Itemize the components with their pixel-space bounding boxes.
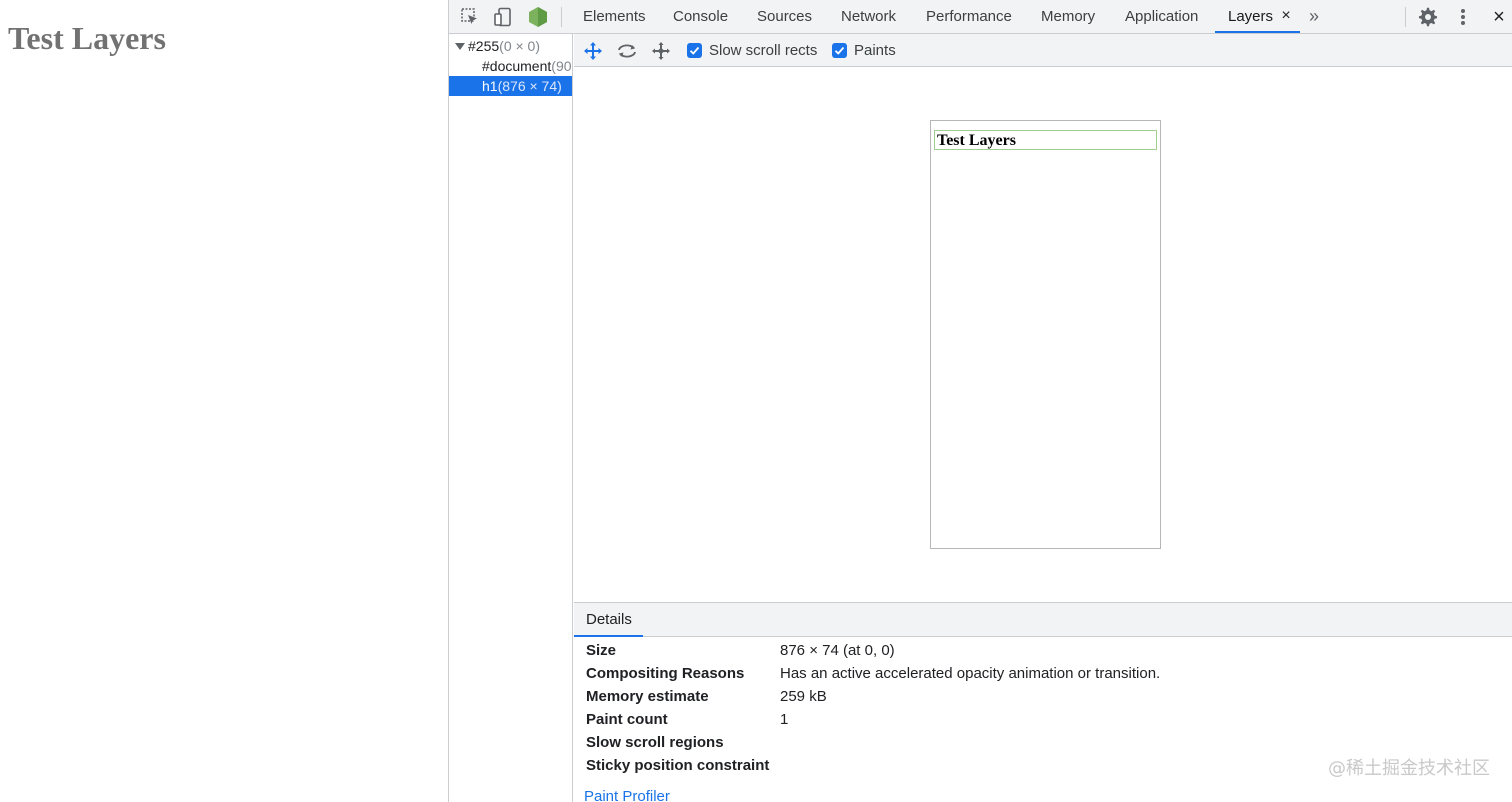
details-tabbar: Details <box>574 603 1512 637</box>
toolbar-divider <box>561 7 562 27</box>
close-devtools-glyph: × <box>1493 5 1505 28</box>
gear-icon[interactable] <box>1416 5 1440 29</box>
tab-layers-label: Layers <box>1228 8 1274 25</box>
slow-scroll-rects-label: Slow scroll rects <box>709 42 818 59</box>
node-extension-icon[interactable] <box>526 5 550 29</box>
tree-item-size: (876 × 74) <box>497 78 562 94</box>
tree-item-size: (90 <box>551 58 572 74</box>
reset-transform-icon[interactable] <box>649 39 673 63</box>
detail-value: 876 × 74 (at 0, 0) <box>780 642 895 659</box>
watermark: @稀土掘金技术社区 <box>1328 758 1490 779</box>
paints-toggle[interactable]: Paints <box>832 42 896 59</box>
tab-network[interactable]: Network <box>841 0 896 33</box>
slow-scroll-rects-checkbox[interactable] <box>687 43 702 58</box>
device-toolbar-icon[interactable] <box>491 5 515 29</box>
pan-mode-icon[interactable] <box>581 39 605 63</box>
page-heading: Test Layers <box>8 20 166 56</box>
detail-label: Sticky position constraint <box>586 757 770 774</box>
detail-value: Has an active accelerated opacity animat… <box>780 665 1161 682</box>
paints-label: Paints <box>854 42 896 59</box>
tab-performance[interactable]: Performance <box>926 0 1012 33</box>
layers-toolbar: Slow scroll rects Paints <box>574 34 1512 67</box>
detail-label: Compositing Reasons <box>586 665 745 682</box>
close-tab-icon[interactable]: × <box>1277 7 1295 25</box>
tab-memory[interactable]: Memory <box>1041 0 1095 33</box>
detail-label: Size <box>586 642 617 659</box>
tree-item-name: #document <box>482 58 552 74</box>
detail-label: Memory estimate <box>586 688 709 705</box>
tree-item-name: #255 <box>468 38 500 54</box>
kebab-menu-icon[interactable] <box>1451 5 1475 29</box>
paint-profiler-link[interactable]: Paint Profiler <box>584 787 670 802</box>
devtools-panel: Elements Console Sources Network Perform… <box>448 0 1512 802</box>
detail-label: Paint count <box>586 711 668 728</box>
tree-item-root[interactable]: #255(0 × 0) <box>449 36 572 56</box>
inspected-page: Test Layers <box>0 0 448 802</box>
tab-sources[interactable]: Sources <box>757 0 812 33</box>
tab-details[interactable]: Details <box>574 603 643 637</box>
slow-scroll-rects-toggle[interactable]: Slow scroll rects <box>687 42 817 59</box>
rotate-mode-icon[interactable] <box>615 39 639 63</box>
devtools-tabbar: Elements Console Sources Network Perform… <box>449 0 1512 34</box>
detail-value: 1 <box>780 711 789 728</box>
detail-label: Slow scroll regions <box>586 734 724 751</box>
inspect-element-icon[interactable] <box>458 5 482 29</box>
layer-tree: #255(0 × 0) #document(90 h1(876 × 74) <box>449 34 573 802</box>
tree-item-name: h1 <box>482 78 498 94</box>
paints-checkbox[interactable] <box>832 43 847 58</box>
expand-triangle-icon[interactable] <box>455 43 465 50</box>
detail-value: 259 kB <box>780 688 827 705</box>
layers-3d-viewport[interactable]: Test Layers <box>574 67 1512 602</box>
toolbar-divider <box>1405 7 1406 27</box>
close-devtools-icon[interactable]: × <box>1487 5 1511 29</box>
h1-layer[interactable]: Test Layers <box>934 130 1157 150</box>
more-tabs-icon[interactable]: » <box>1309 0 1319 33</box>
tree-item-h1[interactable]: h1(876 × 74) <box>449 76 572 96</box>
tree-item-size: (0 × 0) <box>499 38 541 54</box>
h1-layer-text: Test Layers <box>937 132 1016 149</box>
tab-elements[interactable]: Elements <box>583 0 646 33</box>
tab-console[interactable]: Console <box>673 0 728 33</box>
tab-application[interactable]: Application <box>1125 0 1198 33</box>
tree-item-document[interactable]: #document(90 <box>449 56 572 76</box>
document-layer[interactable]: Test Layers <box>930 120 1161 549</box>
